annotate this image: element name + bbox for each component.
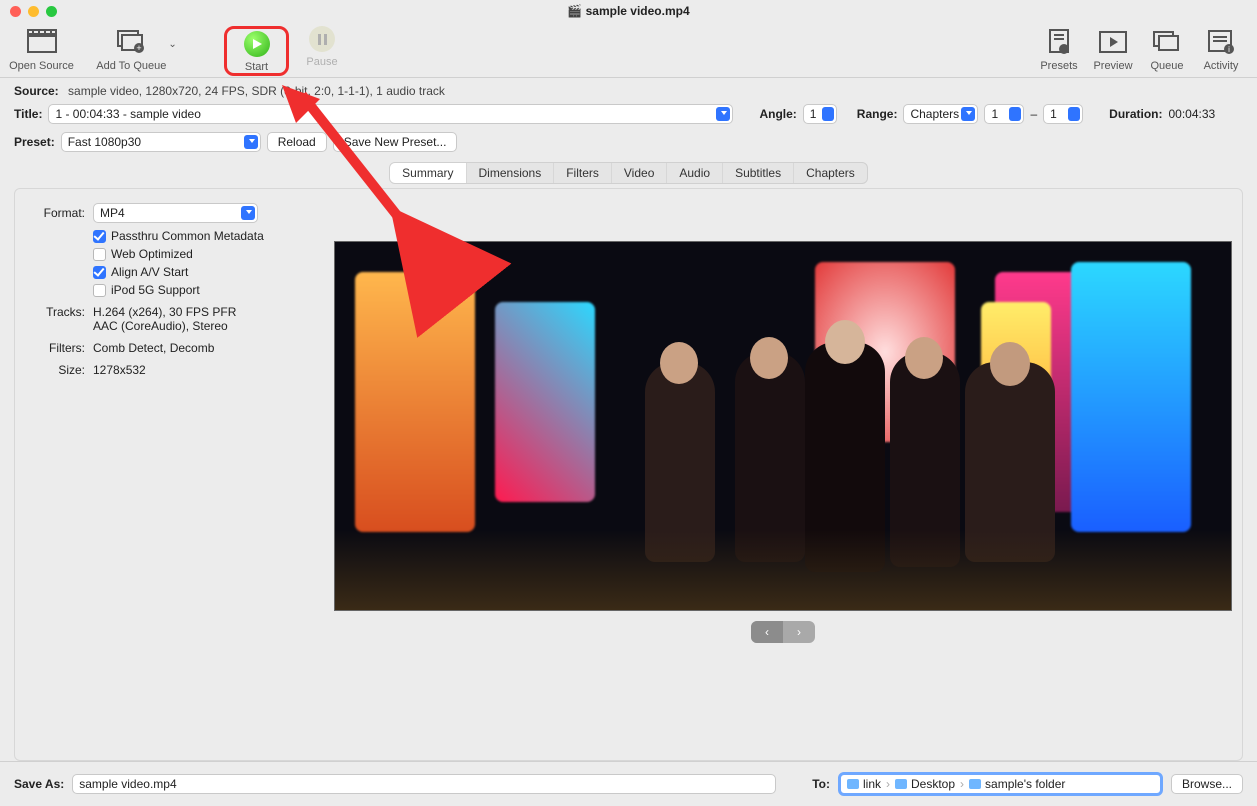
save-as-field[interactable]: sample video.mp4 [72,774,776,794]
passthru-checkbox[interactable] [93,230,106,243]
ipod-checkbox[interactable] [93,284,106,297]
title-select[interactable]: 1 - 00:04:33 - sample video [48,104,733,124]
tab-subtitles[interactable]: Subtitles [723,163,794,183]
pause-button[interactable]: Pause [297,26,347,68]
range-to-select[interactable]: 1 [1043,104,1083,124]
reload-button[interactable]: Reload [267,132,327,152]
tracks-value-1: H.264 (x264), 30 FPS PFR [93,305,236,319]
activity-icon: i [1205,26,1237,58]
tab-chapters[interactable]: Chapters [794,163,867,183]
duration-value: 00:04:33 [1168,107,1215,121]
tab-bar: Summary Dimensions Filters Video Audio S… [389,162,868,184]
add-to-queue-button[interactable]: + Add To Queue ⌄ [89,26,184,72]
tab-dimensions[interactable]: Dimensions [467,163,555,183]
tab-summary[interactable]: Summary [390,163,466,183]
to-label: To: [812,777,830,791]
svg-text:+: + [137,43,142,53]
source-line: Source: sample video, 1280x720, 24 FPS, … [0,78,1257,102]
images-plus-icon: + [115,26,147,58]
save-new-preset-button[interactable]: Save New Preset... [333,132,458,152]
tab-audio[interactable]: Audio [667,163,723,183]
duration-label: Duration: [1109,107,1162,121]
range-label: Range: [857,107,898,121]
destination-path[interactable]: link › Desktop › sample's folder [838,772,1163,796]
queue-button[interactable]: Queue [1143,26,1191,72]
title-label: Title: [14,107,42,121]
pause-icon [309,26,335,52]
filters-value: Comb Detect, Decomb [93,341,214,355]
range-from-select[interactable]: 1 [984,104,1024,124]
tracks-label: Tracks: [25,305,85,333]
titlebar: 🎬 sample video.mp4 [0,0,1257,22]
chevron-down-icon[interactable]: ⌄ [168,39,176,50]
size-label: Size: [25,363,85,377]
window-title: sample video.mp4 [586,4,690,18]
browse-button[interactable]: Browse... [1171,774,1243,794]
preset-select[interactable]: Fast 1080p30 [61,132,261,152]
bottom-bar: Save As: sample video.mp4 To: link › Des… [0,761,1257,806]
tab-filters[interactable]: Filters [554,163,612,183]
play-icon [244,31,270,57]
open-source-button[interactable]: Open Source [4,26,79,72]
toolbar: Open Source + Add To Queue ⌄ Start Pause [0,22,1257,78]
filters-label: Filters: [25,341,85,355]
document-icon: 🎬 [567,4,585,18]
folder-icon [969,779,981,789]
start-button[interactable]: Start [229,31,284,73]
angle-select[interactable]: 1 [803,104,837,124]
images-icon [1151,26,1183,58]
range-type-select[interactable]: Chapters [903,104,978,124]
preview-prev-button[interactable]: ‹ [751,621,783,643]
angle-label: Angle: [759,107,796,121]
video-preview [334,241,1232,611]
preview-next-button[interactable]: › [783,621,815,643]
summary-panel: Format: MP4 Passthru Common Metadata Web… [14,188,1243,761]
web-optimized-checkbox[interactable] [93,248,106,261]
svg-text:i: i [1228,45,1230,54]
size-value: 1278x532 [93,363,146,377]
format-label: Format: [25,206,85,220]
film-icon [26,26,58,58]
preview-icon [1097,26,1129,58]
preview-pager: ‹ › [751,621,815,643]
document-gear-icon [1043,26,1075,58]
tracks-value-2: AAC (CoreAudio), Stereo [93,319,236,333]
folder-icon [895,779,907,789]
save-as-label: Save As: [14,777,64,791]
preset-label: Preset: [14,135,55,149]
folder-icon [847,779,859,789]
presets-button[interactable]: Presets [1035,26,1083,72]
format-select[interactable]: MP4 [93,203,258,223]
tab-video[interactable]: Video [612,163,667,183]
activity-button[interactable]: i Activity [1197,26,1245,72]
align-av-checkbox[interactable] [93,266,106,279]
preview-button[interactable]: Preview [1089,26,1137,72]
start-highlight-box: Start [224,26,289,76]
